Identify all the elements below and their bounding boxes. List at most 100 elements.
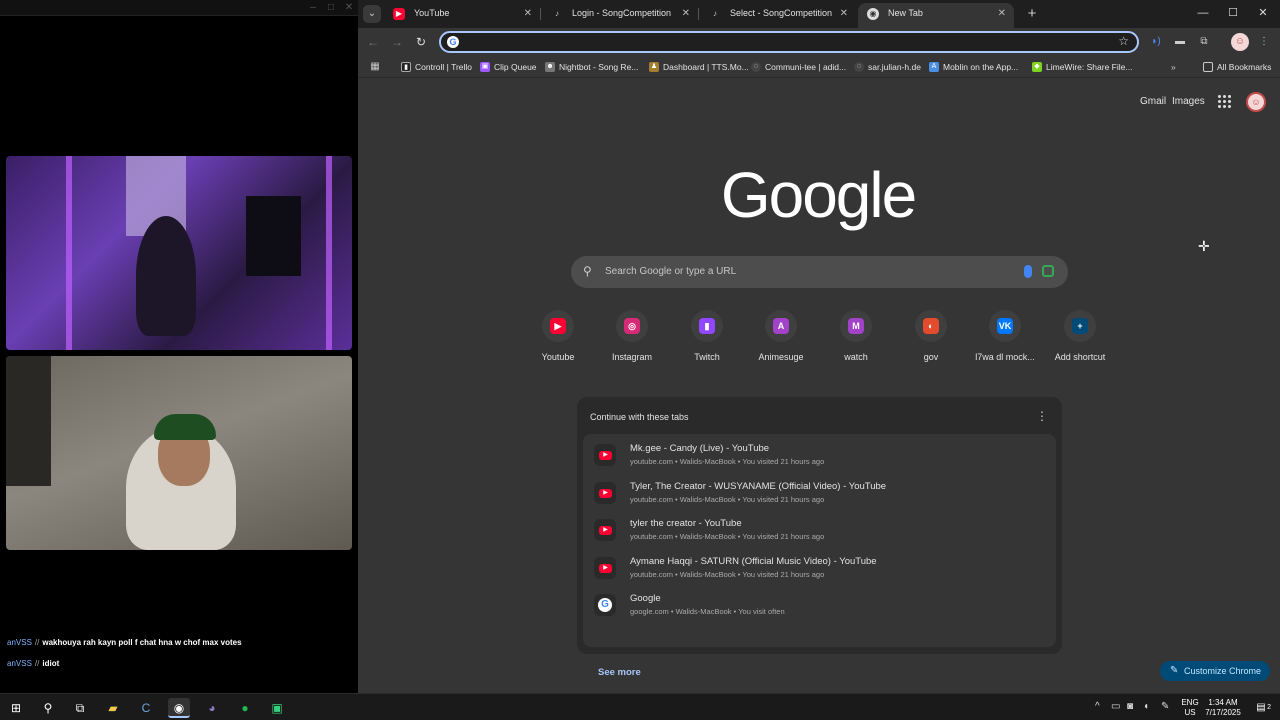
google-apps-icon[interactable] (1218, 95, 1232, 109)
language-indicator[interactable]: ENG US (1178, 698, 1202, 718)
maximize-icon[interactable]: □ (324, 2, 338, 14)
reload-icon[interactable]: ↻ (412, 33, 430, 51)
bookmark-item[interactable]: ◆ LimeWire: Share File... (1032, 60, 1132, 74)
minimize-icon[interactable]: — (1188, 4, 1218, 22)
bookmark-item[interactable]: ◌ sar.julian-h.de (854, 60, 921, 74)
notification-center-icon[interactable]: ▤ 2 (1250, 698, 1272, 718)
continue-tab-row[interactable]: ▶ tyler the creator - YouTube youtube.co… (588, 513, 1051, 547)
tab-close-icon[interactable]: ✕ (682, 3, 690, 24)
shortcut-tile[interactable]: ▮ Twitch (670, 310, 744, 362)
menu-kebab-icon[interactable]: ⋮ (1255, 33, 1273, 51)
file-explorer-icon[interactable]: ▰ (102, 698, 124, 718)
shortcut-tile[interactable]: ◎ Instagram (595, 310, 669, 362)
chat-text: wakhouya rah kayn poll f chat hna w chof… (42, 638, 242, 647)
youtube-icon: ▶ (550, 318, 566, 334)
bookmark-item[interactable]: ▮ Controll | Trello (401, 60, 472, 74)
ntp-search-box[interactable]: ⚲ Search Google or type a URL (571, 256, 1068, 288)
shortcut-tile[interactable]: VK l7wa dl mock... (968, 310, 1042, 362)
tts-icon: ♟ (649, 62, 659, 72)
tray-chevron-icon[interactable]: ^ (1095, 701, 1100, 712)
shortcut-circle: ▮ (691, 310, 723, 342)
webcam-feed-top (6, 156, 352, 350)
extension-media-icon[interactable]: ▬ (1171, 33, 1189, 51)
shortcut-tile[interactable]: + Add shortcut (1043, 310, 1117, 362)
app-green-icon[interactable]: ▣ (266, 698, 288, 718)
see-more-link[interactable]: See more (598, 667, 641, 678)
clock[interactable]: 1:34 AM 7/17/2025 (1200, 698, 1246, 718)
bookmark-star-icon[interactable]: ☆ (1118, 34, 1129, 48)
row-favicon: ▶ (594, 556, 616, 579)
forward-icon[interactable]: → (388, 33, 406, 51)
tab-search-icon[interactable]: ⌄ (363, 5, 381, 23)
songcompetition-icon: ♪ (555, 9, 559, 18)
minimize-icon[interactable]: – (306, 2, 320, 14)
gmail-link[interactable]: Gmail (1140, 96, 1166, 107)
images-link[interactable]: Images (1172, 96, 1205, 107)
close-icon[interactable]: ✕ (342, 2, 356, 14)
spotify-icon[interactable]: ● (234, 698, 256, 718)
profile-avatar-icon[interactable]: ☺ (1231, 33, 1249, 51)
tray-display-icon[interactable]: ▭ (1111, 701, 1120, 712)
shortcut-label: Animesuge (758, 352, 804, 362)
bookmark-item[interactable]: ♟ Dashboard | TTS.Mo... (649, 60, 749, 74)
bookmark-item[interactable]: ◌ Communi-tee | adid... (751, 60, 846, 74)
apps-grid-icon[interactable]: ▦ (366, 58, 384, 76)
continue-tab-row[interactable]: G Google google.com • Walids-MacBook • Y… (588, 588, 1051, 622)
row-favicon: ▶ (594, 481, 616, 504)
bookmark-item[interactable]: ☻ Nightbot - Song Re... (545, 60, 638, 74)
all-bookmarks-button[interactable]: All Bookmarks (1203, 60, 1271, 74)
webcam-feed-bottom (6, 356, 352, 550)
shortcut-tile[interactable]: ◐ gov (894, 310, 968, 362)
row-meta: youtube.com • Walids-MacBook • You visit… (630, 569, 825, 579)
back-icon[interactable]: ← (364, 33, 382, 51)
google-lens-icon[interactable] (1042, 265, 1054, 277)
youtube-icon: ▶ (599, 451, 612, 460)
close-icon[interactable]: ✕ (1248, 4, 1278, 22)
shortcut-tile[interactable]: M watch (819, 310, 893, 362)
pen-icon[interactable]: ✎ (1161, 701, 1169, 712)
tab-select-songcompetition[interactable]: ♪ Select - SongCompetition ✕ (700, 3, 856, 28)
tab-youtube[interactable]: ▶ YouTube ✕ (384, 3, 541, 28)
account-avatar-icon[interactable]: ☺ (1246, 92, 1266, 112)
search-icon[interactable]: ⚲ (37, 698, 59, 718)
maximize-icon[interactable]: ☐ (1218, 4, 1248, 22)
youtube-icon: ▶ (393, 8, 405, 20)
tab-close-icon[interactable]: ✕ (998, 3, 1006, 24)
row-favicon: ▶ (594, 519, 616, 541)
row-title: Tyler, The Creator - WUSYANAME (Official… (630, 480, 887, 492)
windows-start-icon[interactable]: ⊞ (5, 698, 27, 718)
shortcut-tile[interactable]: A Animesuge (744, 310, 818, 362)
tab-close-icon[interactable]: ✕ (840, 3, 848, 24)
row-title: Mk.gee - Candy (Live) - YouTube (630, 443, 770, 454)
stream-overlay-panel: – □ ✕ anVSS//wakhouya rah kayn poll f ch… (0, 0, 358, 693)
shortcut-tile[interactable]: ▶ Youtube (521, 310, 595, 362)
discord-icon[interactable]: ◕ (201, 698, 223, 718)
google-logo: Google (720, 159, 917, 231)
bookmark-item[interactable]: A Moblin on the App... (929, 60, 1018, 74)
continue-tab-row[interactable]: ▶ Tyler, The Creator - WUSYANAME (Offici… (588, 476, 1051, 510)
row-meta: youtube.com • Walids-MacBook • You visit… (630, 457, 825, 466)
bookmarks-bar: ▦ ▮ Controll | Trello ▣ Clip Queue ☻ Nightb… (358, 56, 1280, 78)
bookmark-item[interactable]: ▣ Clip Queue (480, 60, 537, 74)
tab-login-songcompetition[interactable]: ♪ Login - SongCompetition ✕ (542, 3, 699, 28)
bookmarks-overflow-icon[interactable]: » (1171, 60, 1176, 74)
voice-search-icon[interactable] (1024, 265, 1032, 278)
volume-icon[interactable]: ◖ (1143, 701, 1149, 712)
card-menu-icon[interactable]: ⋮ (1036, 409, 1048, 423)
vk-icon: VK (997, 318, 1013, 334)
extension-audio-icon[interactable]: ◗) (1147, 33, 1165, 51)
task-view-icon[interactable]: ⧉ (69, 698, 91, 718)
app-c-icon[interactable]: C (135, 698, 157, 718)
continue-tab-row[interactable]: ▶ Mk.gee - Candy (Live) - YouTube youtub… (588, 438, 1051, 472)
customize-chrome-button[interactable]: ✎ Customize Chrome (1160, 661, 1270, 681)
chrome-taskbar-icon[interactable]: ◉ (168, 698, 190, 718)
globe-icon: ◌ (854, 62, 864, 72)
extensions-puzzle-icon[interactable]: ⧉ (1195, 33, 1213, 51)
shortcut-circle: ◎ (616, 310, 648, 342)
new-tab-button[interactable]: + (1022, 4, 1042, 24)
tray-app-icon[interactable]: ◙ (1127, 701, 1133, 712)
address-bar[interactable]: G ☆ (439, 31, 1139, 53)
tab-new-tab[interactable]: ◉ New Tab ✕ (858, 3, 1014, 28)
continue-tab-row[interactable]: ▶ Aymane Haqqi - SATURN (Official Music … (588, 551, 1051, 585)
tab-close-icon[interactable]: ✕ (524, 3, 532, 24)
